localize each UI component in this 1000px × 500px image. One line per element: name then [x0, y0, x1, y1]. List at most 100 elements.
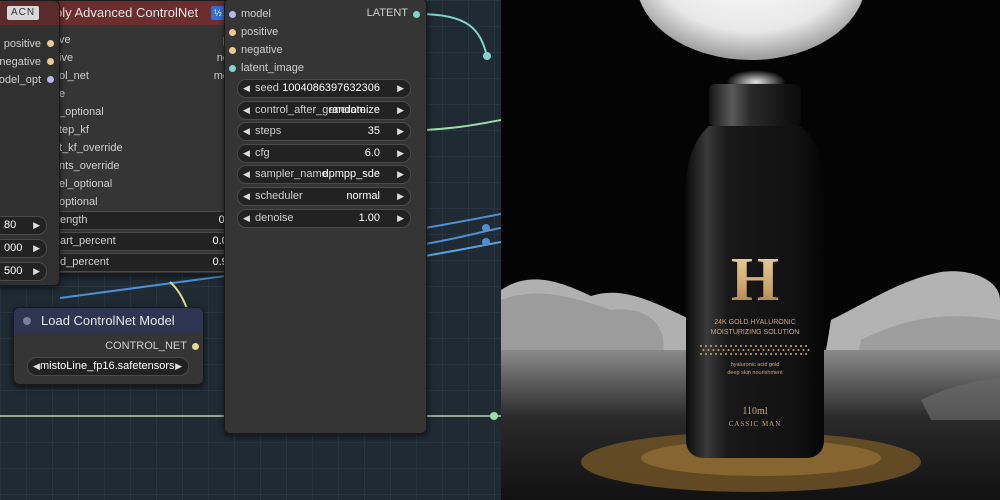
gold-dot	[755, 345, 757, 347]
ksampler-input-dot-3[interactable]	[229, 65, 236, 72]
ksampler-input-positive[interactable]: positive	[241, 23, 278, 41]
apply-input-4[interactable]: _optional	[59, 103, 104, 121]
gold-dot	[800, 345, 802, 347]
apply-widget-0[interactable]: ength0.85	[59, 211, 241, 230]
ksampler-widget-value: 1.00	[358, 211, 380, 224]
gold-dot	[762, 349, 765, 351]
load-controlnet-title: Load ControlNet Model	[41, 313, 175, 328]
control-net-output[interactable]: CONTROL_NET	[105, 337, 187, 355]
product-photo: H 24K GOLD HYALURONIC MOISTURIZING SOLUT…	[501, 0, 1000, 500]
ksampler-widget-cfg[interactable]: ◀ cfg 6.0 ▶	[237, 143, 411, 163]
ksampler-input-negative[interactable]: negative	[241, 41, 283, 59]
ksampler-widget-sampler-name[interactable]: ◀ sampler_name dpmpp_sde ▶	[237, 165, 411, 185]
next-arrow-icon[interactable]: ▶	[33, 240, 40, 257]
prev-arrow-icon[interactable]: ◀	[243, 102, 250, 119]
apply-input-6[interactable]: t_kf_override	[59, 139, 123, 157]
gold-dot	[787, 349, 790, 351]
gold-dot	[750, 353, 752, 355]
next-arrow-icon[interactable]: ▶	[175, 358, 182, 375]
gold-dot	[765, 353, 767, 355]
gold-dot	[777, 349, 780, 351]
load-controlnet-model-node[interactable]: Load ControlNet Model CONTROL_NET ◀ mist…	[13, 307, 204, 385]
controlnet-model-select[interactable]: ◀ mistoLine_fp16.safetensors ▶	[27, 357, 189, 376]
gold-dot	[737, 349, 740, 351]
next-arrow-icon[interactable]: ▶	[33, 263, 40, 280]
gold-dot	[805, 345, 807, 347]
left-widget-1[interactable]: 000 ▶	[0, 239, 47, 258]
gold-dot	[755, 353, 757, 355]
apply-input-2[interactable]: ol_net	[59, 67, 89, 85]
gold-dot	[730, 345, 732, 347]
node-info-icon[interactable]: ½	[211, 6, 225, 20]
gold-dot	[710, 345, 712, 347]
prev-arrow-icon[interactable]: ◀	[243, 166, 250, 183]
ksampler-widget-control-after-generate[interactable]: ◀ control_after_generate randomize ▶	[237, 100, 411, 120]
ksampler-input-latent_image[interactable]: latent_image	[241, 59, 304, 77]
next-arrow-icon[interactable]: ▶	[397, 210, 404, 227]
gold-dot	[757, 349, 760, 351]
left-output-1[interactable]: negative	[0, 53, 41, 71]
ksampler-widget-denoise[interactable]: ◀ denoise 1.00 ▶	[237, 208, 411, 228]
left-output-dot-2[interactable]	[47, 76, 54, 83]
apply-input-7[interactable]: nts_override	[59, 157, 120, 175]
next-arrow-icon[interactable]: ▶	[397, 123, 404, 140]
apply-widget-label: art_percent	[60, 235, 116, 247]
next-arrow-icon[interactable]: ▶	[33, 217, 40, 234]
apply-input-8[interactable]: el_optional	[59, 175, 112, 193]
ksampler-input-model[interactable]: model	[241, 5, 271, 23]
ksampler-node[interactable]: model positive negative latent_image LATENT…	[224, 0, 427, 434]
gold-dot	[705, 353, 707, 355]
ksampler-widget-scheduler[interactable]: ◀ scheduler normal ▶	[237, 187, 411, 206]
prev-arrow-icon[interactable]: ◀	[243, 123, 250, 140]
apply-widget-1[interactable]: art_percent0.000	[59, 232, 241, 251]
left-widget-0[interactable]: 80 ▶	[0, 216, 47, 235]
prev-arrow-icon[interactable]: ◀	[33, 358, 40, 375]
ksampler-input-dot-0[interactable]	[229, 11, 236, 18]
apply-widget-2[interactable]: d_percent0.900	[59, 253, 241, 272]
gold-dot	[730, 353, 732, 355]
bottle-volume: 110ml	[742, 406, 767, 417]
apply-input-9[interactable]: optional	[59, 193, 98, 211]
left-output-dot-0[interactable]	[47, 40, 54, 47]
gold-dot	[802, 349, 805, 351]
apply-input-0[interactable]: ve	[59, 31, 71, 49]
left-node-title-bar[interactable]: ACN	[0, 1, 59, 25]
collapse-dot-icon[interactable]	[23, 317, 31, 325]
apply-input-1[interactable]: ive	[59, 49, 73, 67]
gold-dot	[770, 345, 772, 347]
next-arrow-icon[interactable]: ▶	[397, 102, 404, 119]
apply-input-5[interactable]: tep_kf	[59, 121, 89, 139]
next-arrow-icon[interactable]: ▶	[397, 80, 404, 97]
acn-badge: ACN	[7, 6, 40, 20]
wire-blue-1	[424, 213, 501, 229]
prev-arrow-icon[interactable]: ◀	[243, 188, 250, 205]
bottle-brand: CASSIC MAN	[729, 420, 782, 428]
gold-dot	[790, 345, 792, 347]
prev-arrow-icon[interactable]: ◀	[243, 210, 250, 227]
control-net-output-dot[interactable]	[192, 343, 199, 350]
svg-text:deep skin nourishment: deep skin nourishment	[727, 370, 783, 376]
left-output-0[interactable]: positive	[4, 35, 41, 53]
ksampler-widget-seed[interactable]: ◀ seed 1004086397632306 ▶	[237, 79, 411, 98]
ksampler-widget-value: 1004086397632306	[282, 82, 380, 94]
left-output-dot-1[interactable]	[47, 58, 54, 65]
next-arrow-icon[interactable]: ▶	[397, 145, 404, 162]
left-partial-node[interactable]: ACN positivenegativemodel_opt 80▶ 000▶ 500…	[0, 0, 60, 286]
next-arrow-icon[interactable]: ▶	[397, 188, 404, 205]
ksampler-output-latent[interactable]: LATENT	[367, 4, 408, 22]
load-controlnet-title-bar[interactable]: Load ControlNet Model	[14, 308, 203, 334]
ksampler-input-dot-1[interactable]	[229, 29, 236, 36]
next-arrow-icon[interactable]: ▶	[397, 166, 404, 183]
prev-arrow-icon[interactable]: ◀	[243, 80, 250, 97]
gold-dot	[732, 349, 735, 351]
gold-dot	[805, 353, 807, 355]
ksampler-input-dot-2[interactable]	[229, 47, 236, 54]
svg-text:24K GOLD HYALURONIC: 24K GOLD HYALURONIC	[714, 319, 796, 326]
ksampler-widget-steps[interactable]: ◀ steps 35 ▶	[237, 122, 411, 142]
prev-arrow-icon[interactable]: ◀	[243, 145, 250, 162]
node-editor-canvas[interactable]: ply Advanced ControlNet ½ ve ive ol_net e _o…	[0, 0, 501, 500]
left-widget-2[interactable]: 500 ▶	[0, 262, 47, 281]
gold-dot	[782, 349, 785, 351]
latent-output-dot[interactable]	[413, 11, 420, 18]
left-output-2[interactable]: model_opt	[0, 71, 41, 89]
